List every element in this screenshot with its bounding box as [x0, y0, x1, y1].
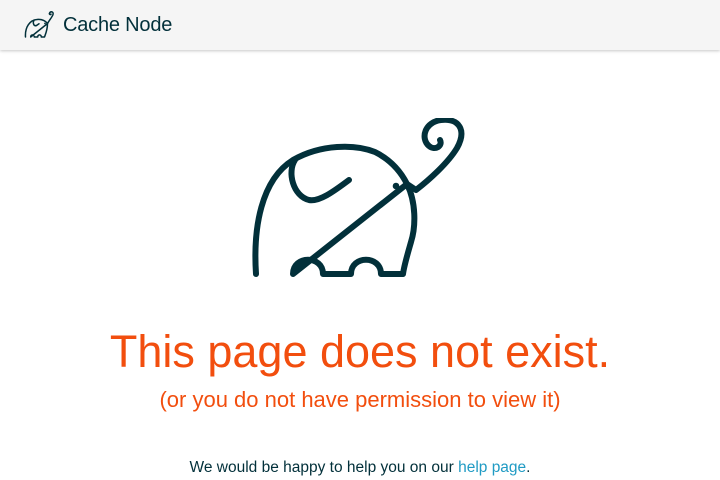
help-message: We would be happy to help you on our hel…	[0, 457, 720, 479]
brand-home-link[interactable]: Cache Node	[23, 11, 172, 39]
elephant-icon	[252, 118, 465, 277]
help-page-link[interactable]: help page	[458, 459, 526, 476]
top-header: Cache Node	[0, 0, 720, 50]
page-title: This page does not exist.	[109, 326, 611, 377]
help-message-suffix: .	[526, 459, 531, 476]
brand-name: Cache Node	[63, 13, 173, 36]
page-subtitle: (or you do not have permission to view i…	[159, 387, 561, 412]
elephant-logo-icon	[24, 11, 54, 38]
help-message-prefix: We would be happy to help you on our	[189, 459, 459, 476]
